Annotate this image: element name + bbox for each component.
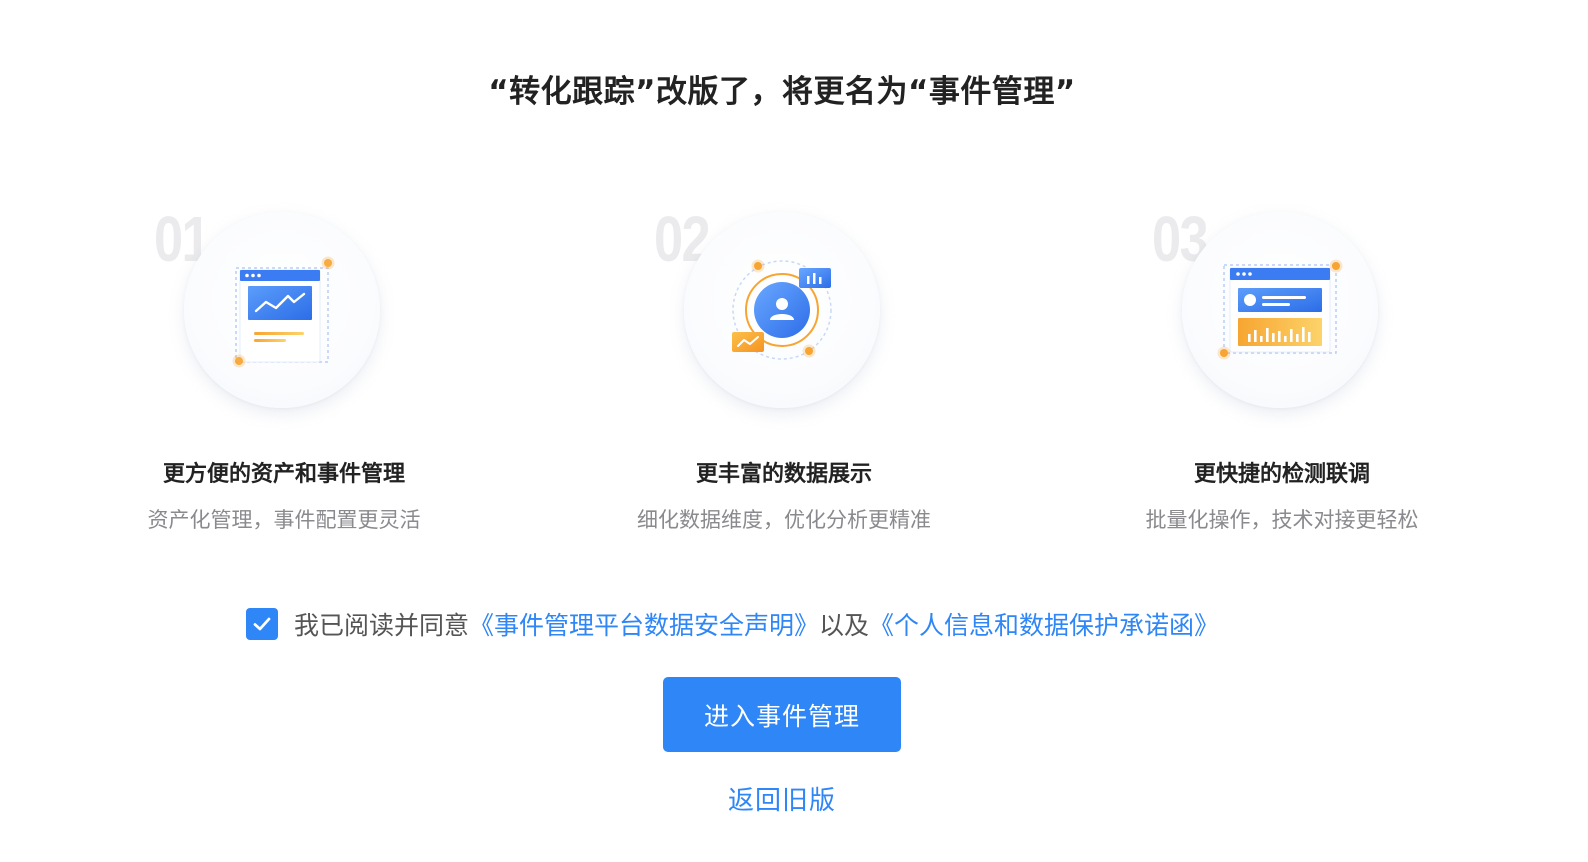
feature-subtitle: 批量化操作，技术对接更轻松 bbox=[1145, 508, 1419, 532]
feature-subtitle: 细化数据维度，优化分析更精准 bbox=[637, 508, 931, 532]
asset-window-chart-icon bbox=[232, 256, 335, 368]
feature-card-assets: 01 更方便的资产和事件管理 资产化管理，事件配置更灵活 bbox=[74, 200, 494, 550]
feature-card-testing: 03 更快捷的检测联调 批量化操作，技术对接更轻松 bbox=[1072, 200, 1492, 550]
feature-subtitle: 资产化管理，事件配置更灵活 bbox=[147, 508, 421, 532]
feature-title: 更快捷的检测联调 bbox=[1193, 462, 1370, 487]
privacy-commitment-link[interactable]: 《个人信息和数据保护承诺函》 bbox=[869, 606, 1219, 642]
agreement-middle: 以及 bbox=[819, 611, 870, 640]
feature-title: 更方便的资产和事件管理 bbox=[162, 462, 405, 487]
feature-card-data: 02 更丰富的数据展示 细化数据维度，优化分析更精准 bbox=[574, 200, 994, 550]
user-data-orbit-icon bbox=[732, 259, 832, 360]
feature-title: 更丰富的数据展示 bbox=[695, 462, 872, 487]
agreement-prefix: 我已阅读并同意 bbox=[294, 611, 470, 640]
agreement-row: 我已阅读并同意 《事件管理平台数据安全声明》 以及 《个人信息和数据保护承诺函》 bbox=[246, 606, 1219, 642]
feature-list: 01 更方便的资产和事件管理 资产化管理，事件配置更灵活 02 更丰富的数据展示… bbox=[0, 0, 1588, 560]
data-security-statement-link[interactable]: 《事件管理平台数据安全声明》 bbox=[469, 606, 819, 642]
agree-checkbox[interactable] bbox=[246, 608, 278, 640]
enter-event-management-button[interactable]: 进入事件管理 bbox=[663, 677, 901, 752]
back-to-old-version-link[interactable]: 返回旧版 bbox=[682, 780, 882, 817]
check-icon bbox=[253, 617, 271, 631]
profile-bar-chart-window-icon bbox=[1217, 259, 1343, 360]
